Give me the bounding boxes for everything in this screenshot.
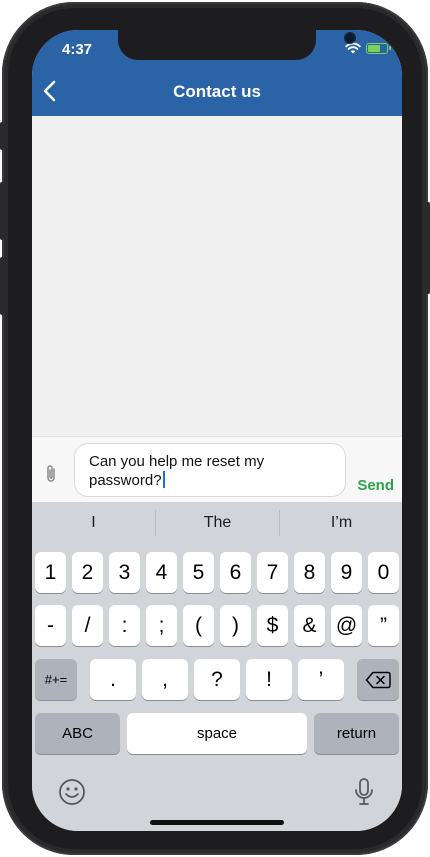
battery-level — [368, 44, 380, 52]
key-2[interactable]: 2 — [72, 552, 103, 593]
message-input[interactable]: Can you help me reset my password? — [74, 443, 346, 497]
text-caret — [162, 471, 165, 488]
return-key[interactable]: return — [314, 713, 399, 754]
key-0[interactable]: 0 — [368, 552, 399, 593]
suggestion-2[interactable]: The — [156, 514, 279, 532]
message-text-line-2-text: password? — [89, 472, 162, 489]
status-icons — [345, 42, 391, 54]
key-7[interactable]: 7 — [257, 552, 288, 593]
key-question[interactable]: ? — [194, 659, 240, 700]
suggestion-1[interactable]: I — [32, 514, 155, 532]
suggestion-bar: I The I’m — [32, 502, 402, 544]
key-8[interactable]: 8 — [294, 552, 325, 593]
key-dollar[interactable]: $ — [257, 605, 288, 646]
delete-key[interactable] — [357, 659, 399, 700]
home-indicator[interactable] — [150, 820, 284, 825]
key-3[interactable]: 3 — [109, 552, 140, 593]
paperclip-icon[interactable] — [42, 463, 60, 485]
key-semicolon[interactable]: ; — [146, 605, 177, 646]
key-exclamation[interactable]: ! — [246, 659, 292, 700]
status-time: 4:37 — [62, 41, 93, 58]
action-button — [0, 122, 4, 150]
key-4[interactable]: 4 — [146, 552, 177, 593]
phone-frame: 4:37 Contact us Can you help me reset my… — [0, 2, 430, 855]
emoji-icon[interactable] — [58, 778, 86, 806]
conversation-area — [32, 116, 402, 436]
message-text-line-1: Can you help me reset my — [89, 453, 265, 470]
key-colon[interactable]: : — [109, 605, 140, 646]
microphone-icon[interactable] — [353, 777, 375, 807]
key-quote[interactable]: ” — [368, 605, 399, 646]
key-slash[interactable]: / — [72, 605, 103, 646]
volume-down-button — [0, 257, 4, 315]
keyboard: I The I’m 1 2 3 4 5 6 7 8 9 0 - / : ; ( … — [32, 502, 402, 831]
backspace-icon — [365, 671, 391, 689]
notch — [118, 30, 354, 60]
message-composer: Can you help me reset my password? Send — [32, 436, 402, 502]
symbols-toggle-key[interactable]: #+= — [35, 659, 77, 700]
key-close-paren[interactable]: ) — [220, 605, 251, 646]
key-open-paren[interactable]: ( — [183, 605, 214, 646]
volume-up-button — [0, 182, 4, 240]
front-camera — [346, 34, 354, 42]
wifi-icon — [345, 42, 361, 54]
key-comma[interactable]: , — [142, 659, 188, 700]
suggestion-3[interactable]: I’m — [280, 514, 402, 532]
key-ampersand[interactable]: & — [294, 605, 325, 646]
key-1[interactable]: 1 — [35, 552, 66, 593]
abc-key[interactable]: ABC — [35, 713, 120, 754]
key-9[interactable]: 9 — [331, 552, 362, 593]
key-at[interactable]: @ — [331, 605, 362, 646]
key-apostrophe[interactable]: ’ — [298, 659, 344, 700]
key-6[interactable]: 6 — [220, 552, 251, 593]
key-hyphen[interactable]: - — [35, 605, 66, 646]
screen: 4:37 Contact us Can you help me reset my… — [32, 30, 402, 831]
key-5[interactable]: 5 — [183, 552, 214, 593]
space-key[interactable]: space — [127, 713, 307, 754]
key-period[interactable]: . — [90, 659, 136, 700]
message-text-line-2: password? — [89, 471, 331, 490]
battery-icon — [366, 42, 391, 54]
power-button — [426, 202, 430, 294]
send-button[interactable]: Send — [357, 477, 394, 494]
page-title: Contact us — [173, 82, 261, 101]
